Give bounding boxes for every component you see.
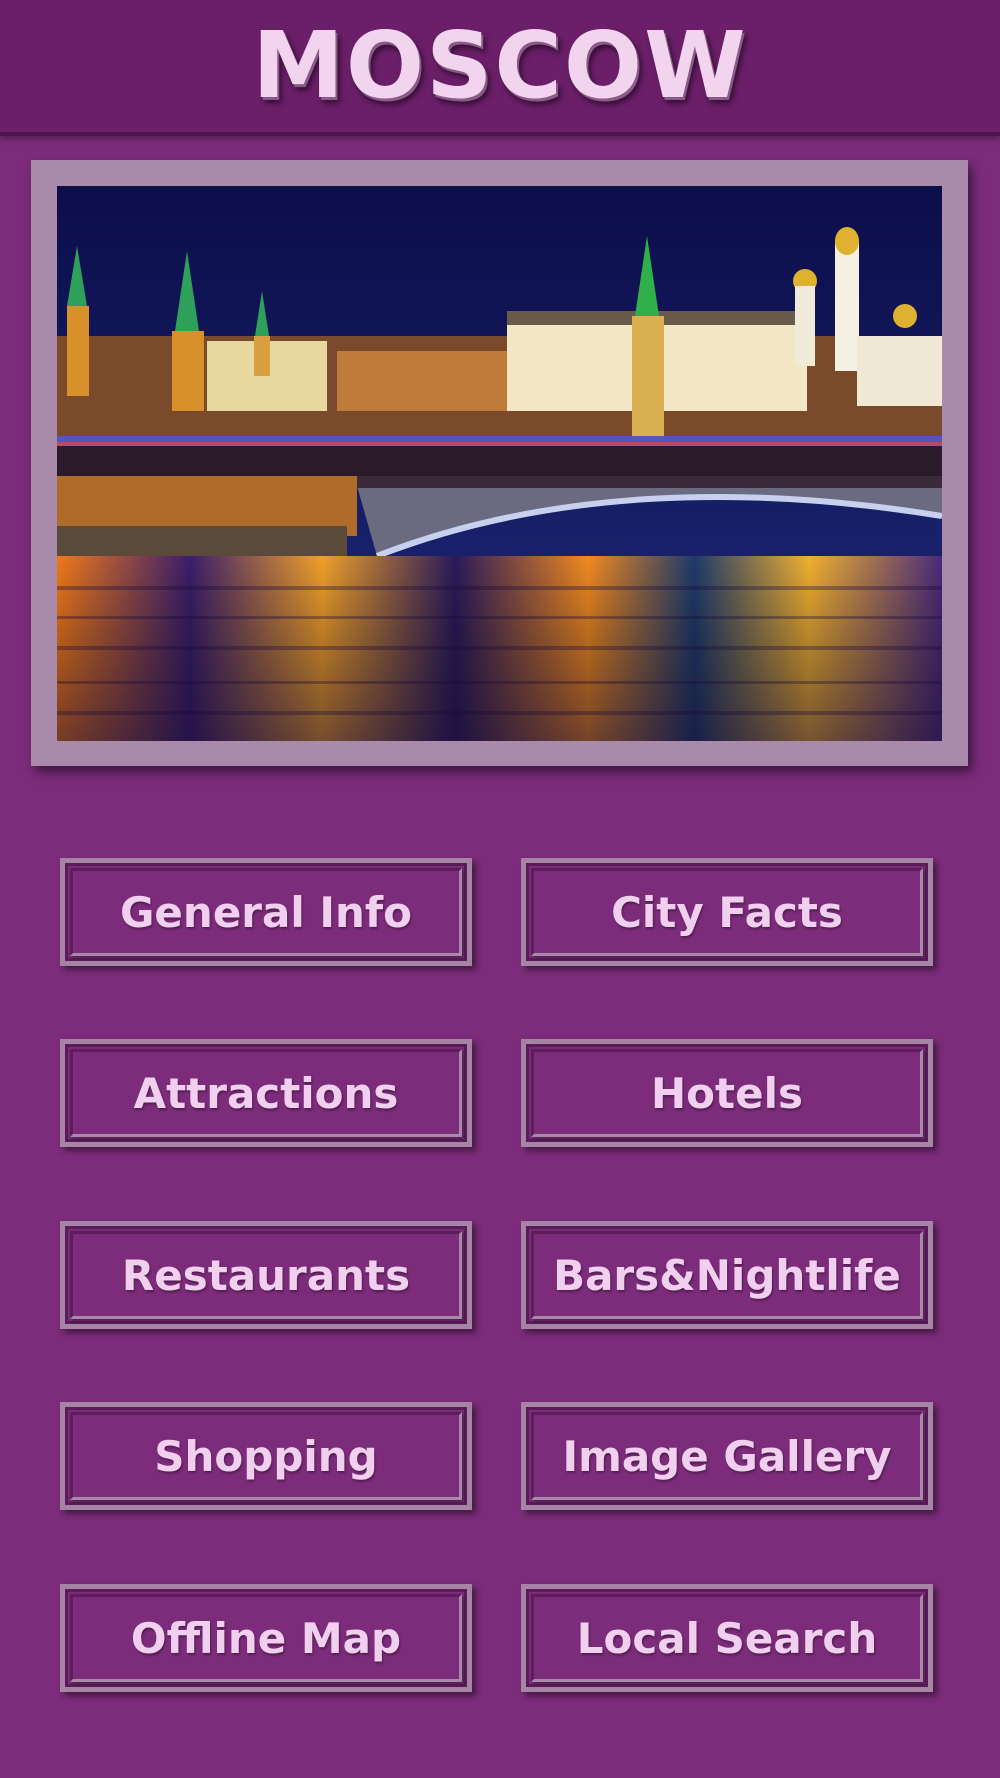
hotels-button[interactable]: Hotels	[521, 1039, 933, 1147]
general-info-button[interactable]: General Info	[60, 858, 472, 966]
local-search-label: Local Search	[576, 1613, 878, 1663]
local-search-button[interactable]: Local Search	[521, 1584, 933, 1692]
bars-nightlife-label: Bars&Nightlife	[553, 1250, 901, 1300]
image-gallery-label: Image Gallery	[562, 1431, 892, 1481]
bars-nightlife-button[interactable]: Bars&Nightlife	[521, 1221, 933, 1329]
city-facts-button[interactable]: City Facts	[521, 858, 933, 966]
city-facts-label: City Facts	[611, 887, 843, 937]
general-info-label: General Info	[119, 887, 413, 937]
page-title: MOSCOW	[252, 12, 748, 119]
shopping-button[interactable]: Shopping	[60, 1402, 472, 1510]
attractions-button[interactable]: Attractions	[60, 1039, 472, 1147]
shopping-label: Shopping	[154, 1431, 378, 1481]
app-header: MOSCOW	[0, 0, 1000, 136]
hero-photo	[57, 186, 942, 741]
hotels-label: Hotels	[651, 1068, 803, 1118]
image-gallery-button[interactable]: Image Gallery	[521, 1402, 933, 1510]
offline-map-label: Offline Map	[130, 1613, 402, 1663]
offline-map-button[interactable]: Offline Map	[60, 1584, 472, 1692]
attractions-label: Attractions	[133, 1068, 399, 1118]
hero-photo-frame	[31, 160, 968, 766]
restaurants-label: Restaurants	[121, 1250, 411, 1300]
restaurants-button[interactable]: Restaurants	[60, 1221, 472, 1329]
